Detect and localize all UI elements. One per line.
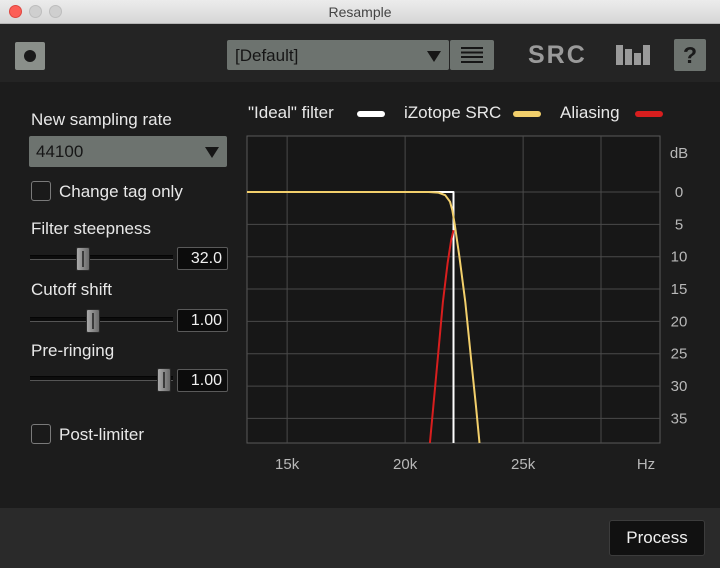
x-tick-label: 25k [511,456,536,473]
y-axis-unit-label: dB [670,145,688,162]
y-tick-label: 25 [671,346,688,363]
y-tick-label: 5 [675,216,683,233]
filter-response-chart: 15k 20k 25k Hz dB 0 5 10 15 20 25 30 35 [246,135,688,473]
y-tick-label: 20 [671,313,688,330]
y-tick-label: 15 [671,281,688,298]
y-tick-label: 30 [671,378,688,395]
x-axis-unit-label: Hz [637,456,655,473]
x-tick-label: 20k [393,456,418,473]
y-tick-label: 35 [671,410,688,427]
x-tick-label: 15k [275,456,300,473]
y-tick-label: 10 [671,249,688,266]
y-tick-label: 0 [675,184,683,201]
process-button[interactable]: Process [609,520,705,556]
footer-bar: Process [0,508,720,568]
